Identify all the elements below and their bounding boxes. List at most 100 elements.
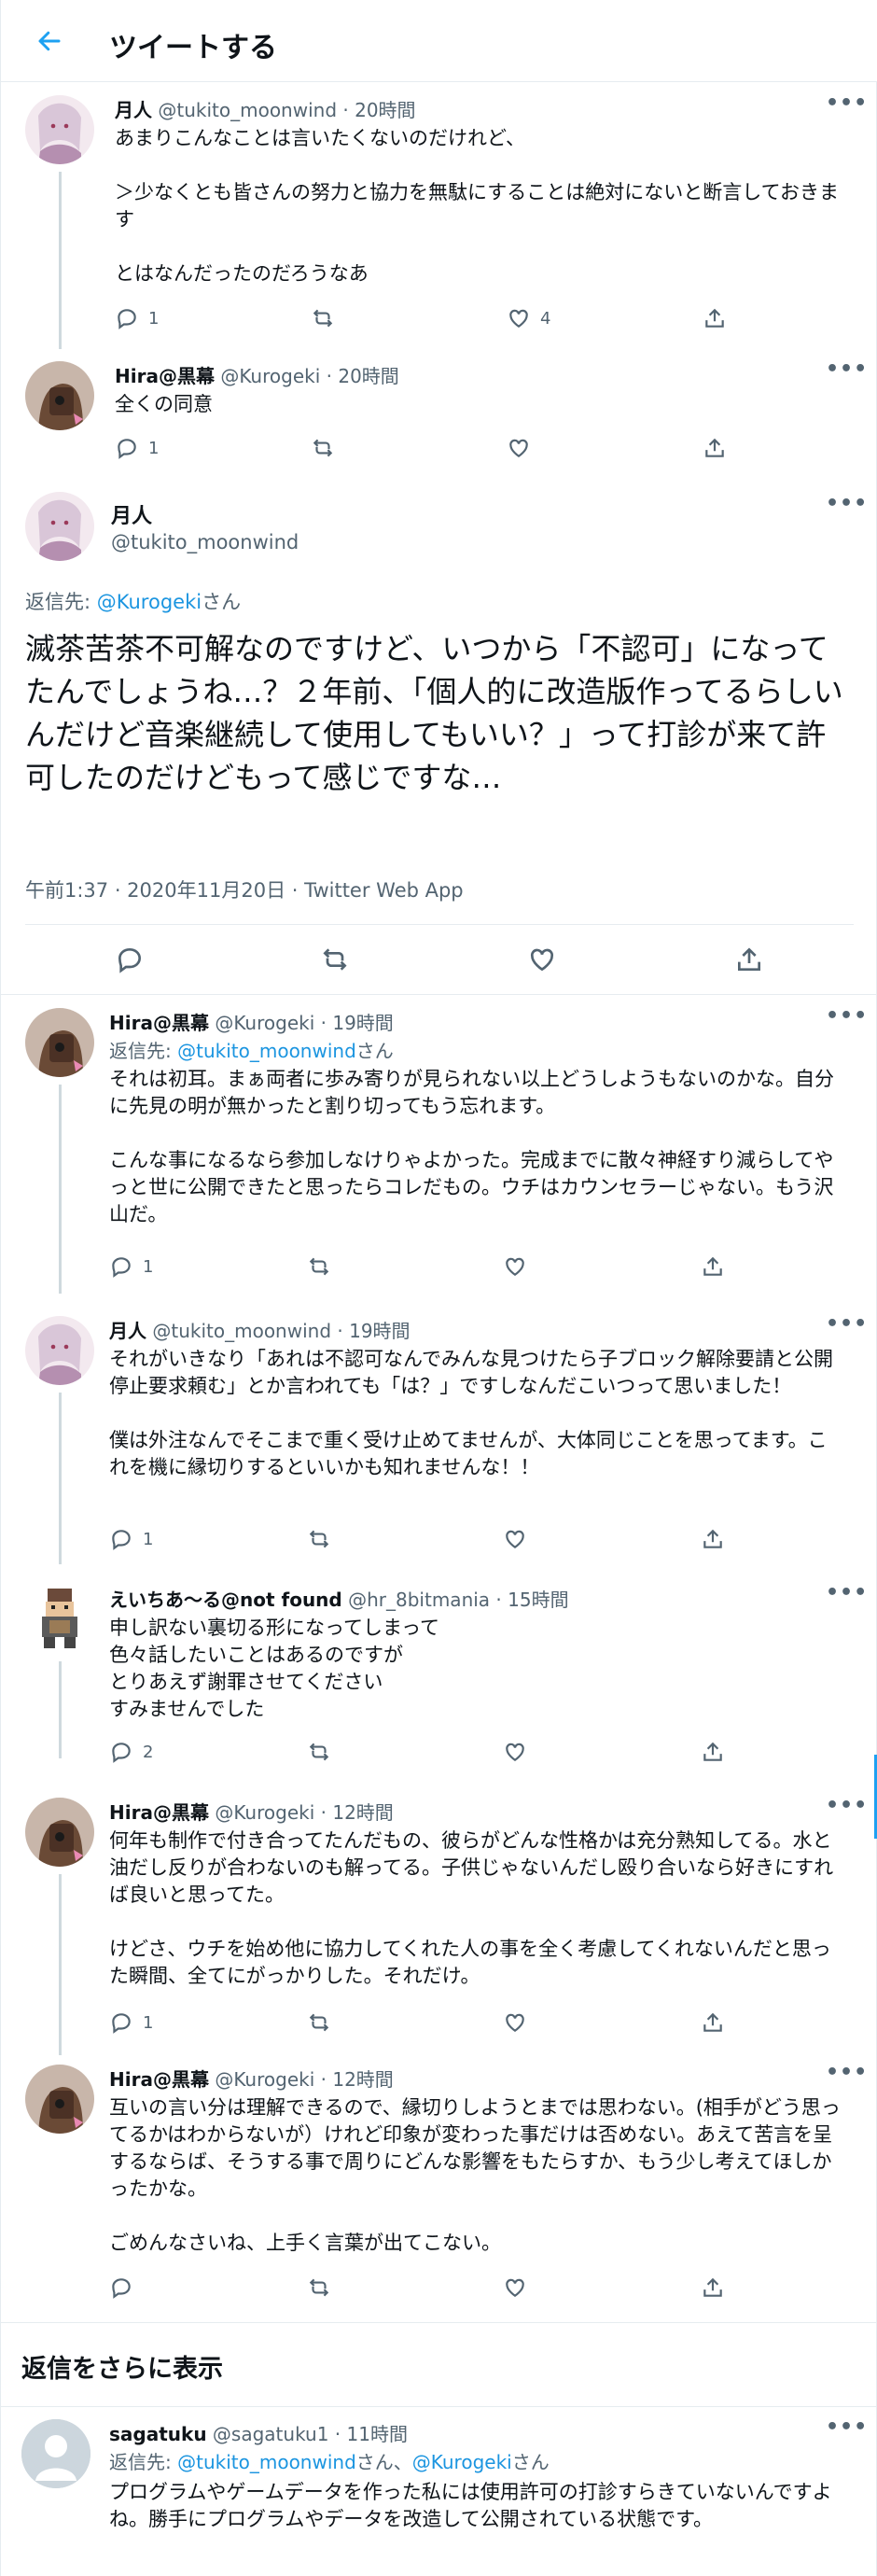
share-button[interactable] — [701, 1527, 725, 1551]
reply-tweet[interactable]: sagatuku @sagatuku1 · 11時間 ••• 返信先: @tuk… — [1, 2406, 877, 2576]
handle[interactable]: @tukito_moonwind — [158, 99, 337, 121]
more-options-icon[interactable]: ••• — [826, 492, 868, 515]
timestamp[interactable]: 15時間 — [508, 1589, 568, 1611]
avatar[interactable] — [25, 361, 94, 430]
mention-link[interactable]: @tukito_moonwind — [177, 2451, 356, 2473]
more-options-icon[interactable]: ••• — [826, 1312, 868, 1336]
display-name[interactable]: 月人 — [111, 499, 152, 529]
reply-button[interactable]: 1 — [109, 2010, 153, 2035]
retweet-button[interactable] — [311, 306, 335, 330]
avatar[interactable] — [25, 492, 94, 561]
handle[interactable]: @Kurogeki — [215, 1012, 314, 1034]
display-name[interactable]: Hira@黒幕 — [109, 1012, 209, 1034]
reply-button[interactable]: 1 — [109, 1527, 153, 1551]
handle[interactable]: @tukito_moonwind — [111, 531, 299, 553]
more-options-icon[interactable]: ••• — [826, 2061, 868, 2084]
reply-tweet[interactable]: Hira@黒幕 @Kurogeki · 12時間 ••• 互いの言い分は理解でき… — [1, 2051, 877, 2317]
thread-tweet[interactable]: 月人 @tukito_moonwind · 20時間 ••• あまりこんなことは… — [1, 82, 877, 349]
back-button[interactable] — [29, 21, 70, 62]
retweet-button[interactable] — [307, 2275, 331, 2300]
heart-icon — [506, 2013, 524, 2032]
separator: · — [490, 1589, 508, 1611]
retweet-button[interactable] — [307, 2010, 331, 2035]
reply-button[interactable]: 1 — [109, 1254, 153, 1279]
share-button[interactable] — [701, 1740, 725, 1764]
like-button[interactable] — [503, 1740, 527, 1764]
avatar[interactable] — [25, 2065, 94, 2134]
mention-link[interactable]: @tukito_moonwind — [177, 1040, 356, 1062]
like-button[interactable] — [503, 2010, 527, 2035]
like-button[interactable] — [503, 1527, 527, 1551]
reply-count: 1 — [143, 1529, 154, 1549]
like-button[interactable] — [527, 945, 557, 974]
reply-icon — [112, 1530, 131, 1550]
more-options-icon[interactable]: ••• — [826, 91, 868, 115]
handle[interactable]: @sagatuku1 — [213, 2423, 329, 2445]
focused-tweet-timestamp[interactable]: 午前1:37 · 2020年11月20日 · Twitter Web App — [25, 875, 464, 903]
timestamp[interactable]: 19時間 — [349, 1320, 410, 1342]
share-button[interactable] — [701, 2275, 725, 2300]
reply-tweet[interactable]: Hira@黒幕 @Kurogeki · 12時間 ••• 何年も制作で付き合って… — [1, 1785, 877, 2055]
handle[interactable]: @Kurogeki — [215, 1801, 314, 1824]
timestamp[interactable]: 12時間 — [332, 2068, 393, 2091]
handle[interactable]: @Kurogeki — [220, 365, 320, 387]
like-button[interactable] — [507, 436, 531, 460]
display-name[interactable]: 月人 — [109, 1320, 146, 1342]
like-button[interactable]: 4 — [507, 306, 550, 330]
reply-button[interactable]: 1 — [115, 436, 159, 460]
display-name[interactable]: sagatuku — [109, 2423, 207, 2445]
replying-to: 返信先: @tukito_moonwindさん、@Kurogekiさん — [109, 2447, 550, 2474]
mention-link[interactable]: @Kurogeki — [97, 591, 202, 613]
avatar[interactable] — [25, 95, 94, 164]
timestamp[interactable]: 19時間 — [332, 1012, 393, 1034]
timestamp[interactable]: 11時間 — [347, 2423, 408, 2445]
share-button[interactable] — [703, 436, 727, 460]
show-more-replies-button[interactable]: 返信をさらに表示 — [21, 2348, 223, 2385]
retweet-button[interactable] — [307, 1740, 331, 1764]
more-options-icon[interactable]: ••• — [826, 1004, 868, 1028]
avatar[interactable] — [25, 1316, 94, 1385]
retweet-button[interactable] — [307, 1254, 331, 1279]
reply-button[interactable]: 2 — [109, 1740, 153, 1764]
share-button[interactable] — [703, 306, 727, 330]
timestamp[interactable]: 20時間 — [338, 365, 398, 387]
reply-button[interactable] — [109, 2275, 143, 2300]
display-name[interactable]: えいちあ～る@not found — [109, 1589, 342, 1611]
avatar[interactable] — [21, 2419, 90, 2488]
reply-tweet[interactable]: えいちあ～る@not found @hr_8bitmania · 15時間 ••… — [1, 1572, 877, 1763]
reply-button[interactable]: 1 — [115, 306, 159, 330]
handle[interactable]: @tukito_moonwind — [152, 1320, 331, 1342]
reply-button[interactable] — [115, 945, 145, 974]
timestamp[interactable]: 12時間 — [332, 1801, 393, 1824]
share-button[interactable] — [734, 945, 764, 974]
more-options-icon[interactable]: ••• — [826, 1794, 868, 1817]
heart-icon — [506, 2278, 524, 2297]
more-options-icon[interactable]: ••• — [826, 357, 868, 381]
timestamp[interactable]: 20時間 — [355, 99, 415, 121]
share-button[interactable] — [701, 2010, 725, 2035]
like-button[interactable] — [503, 1254, 527, 1279]
retweet-button[interactable] — [311, 436, 335, 460]
avatar[interactable] — [25, 1008, 94, 1077]
retweet-icon — [313, 439, 333, 457]
retweet-button[interactable] — [307, 1527, 331, 1551]
more-options-icon[interactable]: ••• — [826, 1581, 868, 1604]
avatar[interactable] — [25, 1798, 94, 1867]
reply-tweet[interactable]: 月人 @tukito_moonwind · 19時間 ••• それがいきなり「あ… — [1, 1303, 877, 1564]
display-name[interactable]: Hira@黒幕 — [109, 1801, 209, 1824]
mention-link[interactable]: @Kurogeki — [412, 2451, 512, 2473]
thread-tweet[interactable]: Hira@黒幕 @Kurogeki · 20時間 ••• 全くの同意 1 — [1, 348, 877, 479]
like-button[interactable] — [503, 2275, 527, 2300]
display-name[interactable]: 月人 — [115, 99, 152, 121]
display-name[interactable]: Hira@黒幕 — [115, 365, 215, 387]
display-name[interactable]: Hira@黒幕 — [109, 2068, 209, 2091]
reply-tweet[interactable]: Hira@黒幕 @Kurogeki · 19時間 ••• 返信先: @tukit… — [1, 995, 877, 1294]
replying-to: 返信先: @tukito_moonwindさん — [109, 1036, 394, 1063]
handle[interactable]: @Kurogeki — [215, 2068, 314, 2091]
more-options-icon[interactable]: ••• — [826, 2415, 868, 2439]
retweet-button[interactable] — [320, 945, 350, 974]
reply-separator: さん、 — [355, 2451, 412, 2473]
handle[interactable]: @hr_8bitmania — [348, 1589, 490, 1611]
share-button[interactable] — [701, 1254, 725, 1279]
avatar[interactable] — [25, 1583, 94, 1652]
